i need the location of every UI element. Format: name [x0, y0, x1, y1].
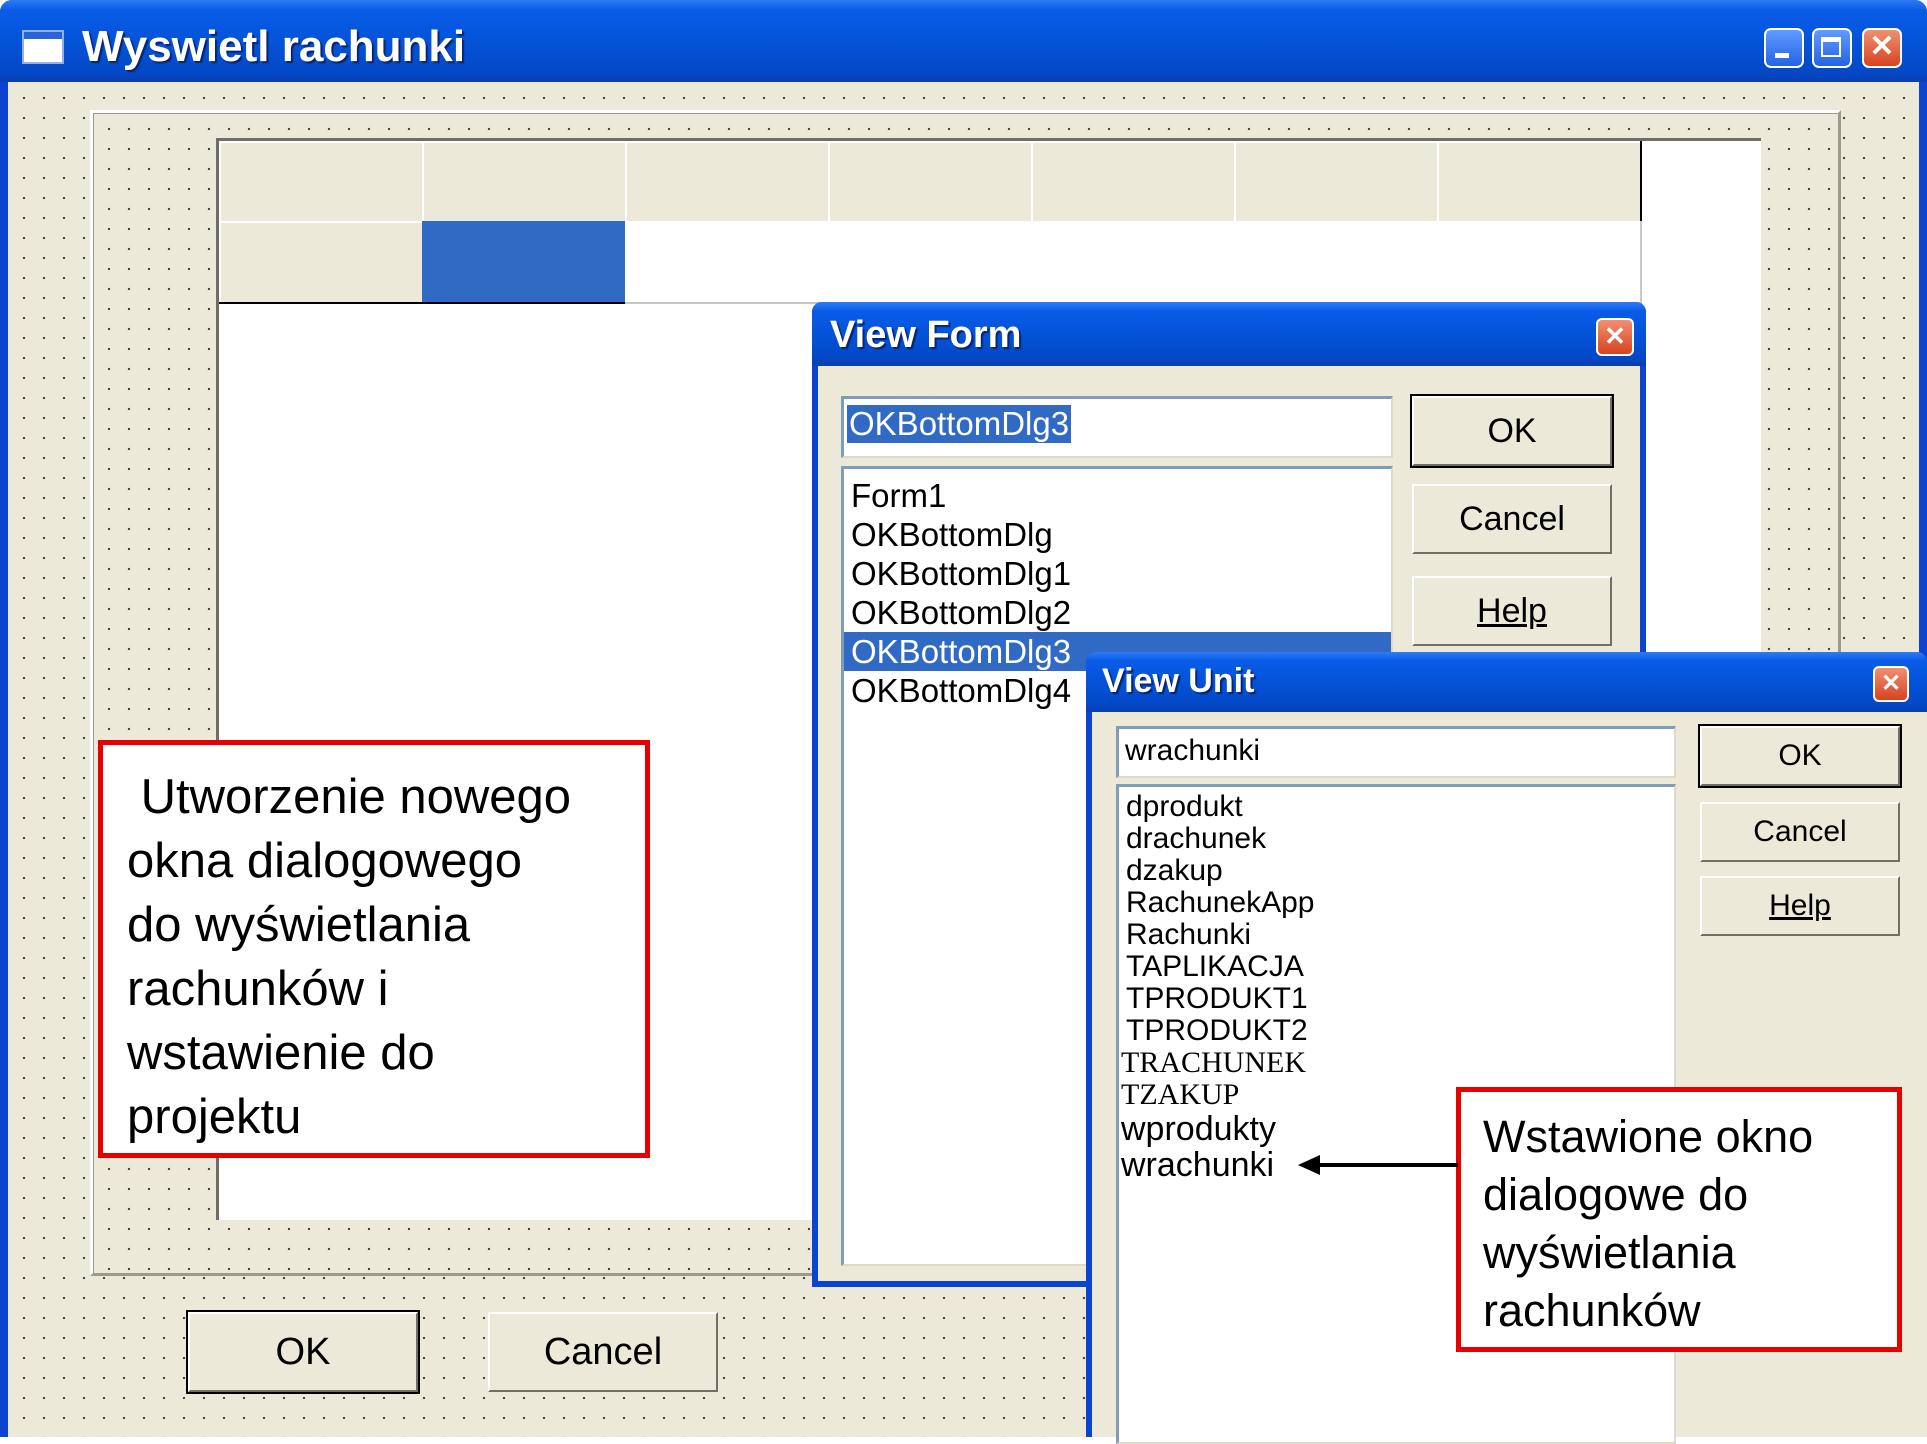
view-form-title: View Form: [830, 314, 1022, 356]
main-ok-label: OK: [275, 1331, 331, 1373]
callout-right-line: rachunków: [1483, 1285, 1701, 1336]
list-item[interactable]: RachunekApp: [1119, 887, 1674, 919]
main-ok-button[interactable]: OK: [186, 1310, 420, 1394]
view-unit-cancel-label: Cancel: [1753, 815, 1847, 848]
callout-left-line: okna dialogowego: [127, 834, 523, 888]
callout-right-line: Wstawione okno: [1483, 1111, 1814, 1162]
view-form-help-button[interactable]: Help: [1412, 576, 1612, 646]
view-unit-title: View Unit: [1102, 662, 1255, 700]
close-icon[interactable]: ✕: [1873, 666, 1909, 702]
close-icon[interactable]: ✕: [1596, 318, 1634, 356]
grid-cell[interactable]: [625, 221, 830, 304]
list-item[interactable]: dprodukt: [1119, 791, 1674, 823]
arrow-head: [1298, 1155, 1320, 1175]
list-item[interactable]: TPRODUKT1: [1119, 983, 1674, 1015]
list-item[interactable]: dzakup: [1119, 855, 1674, 887]
view-unit-help-button[interactable]: Help: [1700, 876, 1900, 936]
callout-left-line: wstawienie do: [127, 1026, 435, 1080]
view-unit-ok-label: OK: [1778, 739, 1822, 772]
grid-cell[interactable]: [1234, 221, 1439, 304]
view-form-cancel-button[interactable]: Cancel: [1412, 484, 1612, 554]
callout-right: Wstawione okno dialogowe do wyświetlania…: [1456, 1087, 1902, 1352]
grid-cell[interactable]: [828, 221, 1033, 304]
main-window-title: Wyswietl rachunki: [82, 22, 466, 71]
callout-right-line: wyświetlania: [1483, 1227, 1736, 1278]
view-form-ok-button[interactable]: OK: [1410, 394, 1614, 468]
grid-cell[interactable]: [1437, 221, 1642, 304]
callout-left-line: do wyświetlania: [127, 898, 471, 952]
list-item[interactable]: TRACHUNEK: [1119, 1047, 1674, 1079]
close-icon[interactable]: ✕: [1862, 28, 1902, 68]
main-titlebar[interactable]: Wyswietl rachunki ✕: [0, 0, 1927, 82]
grid-fixed-cell: [1234, 141, 1439, 223]
grid-cell[interactable]: [1031, 221, 1236, 304]
grid-selected-cell[interactable]: [422, 221, 627, 304]
arrow-shaft: [1318, 1163, 1458, 1167]
window-app-icon: [22, 30, 64, 64]
list-item[interactable]: Form1: [844, 476, 1391, 515]
list-item[interactable]: OKBottomDlg: [844, 515, 1391, 554]
view-form-cancel-label: Cancel: [1459, 500, 1565, 538]
grid-fixed-cell: [422, 141, 627, 223]
view-form-titlebar[interactable]: View Form ✕: [812, 302, 1646, 366]
callout-left-line: projektu: [127, 1090, 302, 1144]
view-unit-titlebar[interactable]: View Unit ✕: [1086, 652, 1927, 712]
main-cancel-button[interactable]: Cancel: [488, 1312, 718, 1392]
view-unit-cancel-button[interactable]: Cancel: [1700, 802, 1900, 862]
list-item[interactable]: OKBottomDlg1: [844, 554, 1391, 593]
main-cancel-label: Cancel: [543, 1331, 663, 1373]
grid-fixed-cell: [1437, 141, 1642, 223]
list-item[interactable]: OKBottomDlg2: [844, 593, 1391, 632]
view-unit-input-text: wrachunki: [1125, 734, 1261, 767]
maximize-icon[interactable]: [1812, 28, 1852, 68]
grid-fixed-cell: [219, 221, 424, 304]
view-unit-ok-button[interactable]: OK: [1698, 724, 1902, 788]
list-item[interactable]: Rachunki: [1119, 919, 1674, 951]
view-unit-name-input[interactable]: wrachunki: [1116, 726, 1676, 778]
list-item[interactable]: drachunek: [1119, 823, 1674, 855]
view-unit-help-label: Help: [1769, 889, 1831, 922]
callout-left-line: rachunków i: [127, 962, 389, 1016]
grid-fixed-cell: [625, 141, 830, 223]
callout-right-line: dialogowe do: [1483, 1169, 1749, 1220]
list-item[interactable]: TPRODUKT2: [1119, 1015, 1674, 1047]
grid-fixed-cell: [1031, 141, 1236, 223]
callout-left-line: Utworzenie nowego: [127, 770, 571, 824]
list-item[interactable]: TAPLIKACJA: [1119, 951, 1674, 983]
grid-fixed-cell: [219, 141, 424, 223]
view-form-name-input[interactable]: OKBottomDlg3: [841, 396, 1393, 458]
grid-fixed-cell: [828, 141, 1033, 223]
view-form-ok-label: OK: [1487, 412, 1537, 450]
minimize-icon[interactable]: [1764, 28, 1804, 68]
view-form-input-text: OKBottomDlg3: [847, 405, 1072, 443]
callout-left: Utworzenie nowego okna dialogowego do wy…: [98, 740, 650, 1158]
view-form-help-label: Help: [1477, 592, 1547, 630]
